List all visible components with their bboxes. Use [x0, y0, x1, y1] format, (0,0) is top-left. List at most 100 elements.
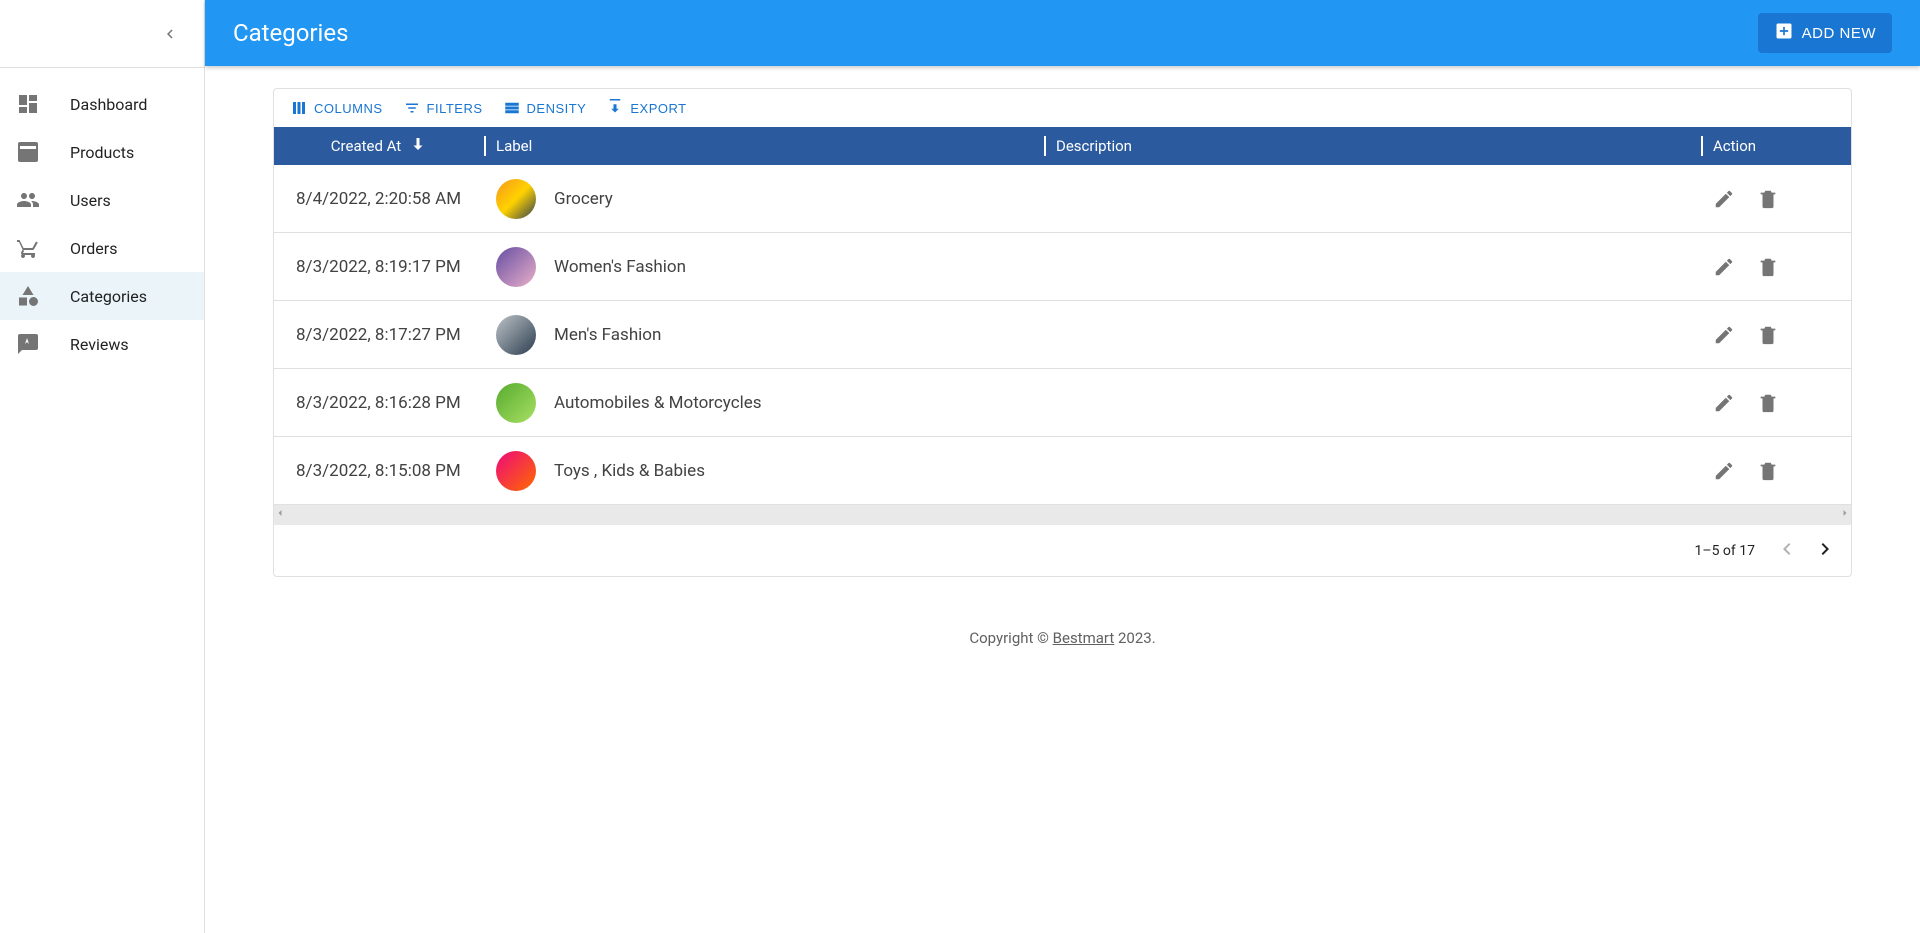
pagination-range: 1–5 of 17: [1695, 543, 1755, 559]
category-image: [496, 383, 536, 423]
cell-actions: [1701, 460, 1851, 482]
category-image: [496, 451, 536, 491]
column-header-label[interactable]: Label: [484, 127, 1044, 165]
cell-label: Toys , Kids & Babies: [484, 451, 1044, 491]
category-image: [496, 179, 536, 219]
scroll-left-arrow-icon: [274, 507, 286, 523]
toolbar-export-button[interactable]: EXPORT: [598, 95, 694, 121]
edit-button[interactable]: [1713, 324, 1735, 346]
sidebar-nav: Dashboard Products Users Orders: [0, 68, 204, 380]
toolbar-density-button[interactable]: DENSITY: [495, 95, 595, 121]
comment-icon: [16, 332, 40, 356]
delete-button[interactable]: [1757, 188, 1779, 210]
filter-icon: [403, 99, 421, 117]
toolbar-filters-label: FILTERS: [427, 101, 483, 116]
table-row[interactable]: 8/3/2022, 8:19:17 PM Women's Fashion: [274, 233, 1851, 301]
dashboard-icon: [16, 92, 40, 116]
sidebar: Dashboard Products Users Orders: [0, 0, 205, 933]
horizontal-scrollbar[interactable]: [274, 505, 1851, 525]
category-label: Toys , Kids & Babies: [554, 461, 705, 481]
sidebar-item-products[interactable]: Products: [0, 128, 204, 176]
add-new-label: ADD NEW: [1802, 25, 1876, 42]
edit-button[interactable]: [1713, 392, 1735, 414]
sidebar-item-categories[interactable]: Categories: [0, 272, 204, 320]
page-title: Categories: [233, 19, 349, 47]
data-grid: COLUMNS FILTERS DENSITY: [273, 88, 1852, 577]
cell-created-at: 8/3/2022, 8:15:08 PM: [274, 461, 484, 481]
pagination-next-button[interactable]: [1813, 537, 1837, 564]
toolbar-filters-button[interactable]: FILTERS: [395, 95, 491, 121]
paginator: 1–5 of 17: [274, 525, 1851, 576]
cell-label: Men's Fashion: [484, 315, 1044, 355]
category-label: Women's Fashion: [554, 257, 686, 277]
grid-toolbar: COLUMNS FILTERS DENSITY: [274, 89, 1851, 127]
cell-label: Women's Fashion: [484, 247, 1044, 287]
cell-actions: [1701, 392, 1851, 414]
column-header-label-text: Label: [496, 137, 532, 155]
main: Categories ADD NEW COLUMNS: [205, 0, 1920, 933]
delete-button[interactable]: [1757, 392, 1779, 414]
cell-created-at: 8/3/2022, 8:19:17 PM: [274, 257, 484, 277]
table-row[interactable]: 8/3/2022, 8:17:27 PM Men's Fashion: [274, 301, 1851, 369]
delete-button[interactable]: [1757, 324, 1779, 346]
grid-rows: 8/4/2022, 2:20:58 AMGrocery8/3/2022, 8:1…: [274, 165, 1851, 505]
edit-button[interactable]: [1713, 460, 1735, 482]
sort-descending-icon: [409, 135, 427, 157]
edit-button[interactable]: [1713, 188, 1735, 210]
column-header-action[interactable]: Action: [1701, 127, 1851, 165]
sidebar-item-users[interactable]: Users: [0, 176, 204, 224]
column-header-created-at[interactable]: Created At: [274, 127, 484, 165]
sidebar-item-label: Products: [70, 143, 134, 162]
table-row[interactable]: 8/4/2022, 2:20:58 AMGrocery: [274, 165, 1851, 233]
chevron-right-icon: [1813, 537, 1837, 564]
cell-actions: [1701, 256, 1851, 278]
sidebar-item-dashboard[interactable]: Dashboard: [0, 80, 204, 128]
edit-button[interactable]: [1713, 256, 1735, 278]
category-image: [496, 247, 536, 287]
sidebar-item-label: Orders: [70, 239, 117, 258]
cell-label: Grocery: [484, 179, 1044, 219]
column-header-description[interactable]: Description: [1044, 127, 1701, 165]
grid-header: Created At Label Description Action: [274, 127, 1851, 165]
cell-label: Automobiles & Motorcycles: [484, 383, 1044, 423]
export-icon: [606, 99, 624, 117]
column-header-label: Action: [1713, 137, 1756, 155]
category-label: Automobiles & Motorcycles: [554, 393, 762, 413]
category-label: Grocery: [554, 189, 613, 209]
cell-actions: [1701, 324, 1851, 346]
toolbar-density-label: DENSITY: [527, 101, 587, 116]
sidebar-item-label: Reviews: [70, 335, 129, 354]
group-icon: [16, 188, 40, 212]
scroll-right-arrow-icon: [1839, 507, 1851, 523]
toolbar-columns-label: COLUMNS: [314, 101, 383, 116]
footer-brand-link[interactable]: Bestmart: [1053, 629, 1115, 647]
delete-button[interactable]: [1757, 256, 1779, 278]
sidebar-collapse-button[interactable]: [158, 22, 182, 46]
column-header-label: Description: [1056, 137, 1132, 155]
cell-created-at: 8/3/2022, 8:17:27 PM: [274, 325, 484, 345]
add-new-button[interactable]: ADD NEW: [1758, 13, 1892, 53]
pagination-prev-button[interactable]: [1775, 537, 1799, 564]
cell-created-at: 8/3/2022, 8:16:28 PM: [274, 393, 484, 413]
cell-actions: [1701, 188, 1851, 210]
toolbar-export-label: EXPORT: [630, 101, 686, 116]
sidebar-item-orders[interactable]: Orders: [0, 224, 204, 272]
sidebar-item-label: Dashboard: [70, 95, 147, 114]
toolbar-columns-button[interactable]: COLUMNS: [282, 95, 391, 121]
footer-suffix: 2023.: [1114, 629, 1155, 647]
sidebar-item-label: Categories: [70, 287, 147, 306]
category-image: [496, 315, 536, 355]
footer: Copyright © Bestmart 2023.: [205, 599, 1920, 677]
topbar: Categories ADD NEW: [205, 0, 1920, 66]
footer-prefix: Copyright ©: [969, 629, 1052, 647]
category-icon: [16, 284, 40, 308]
sidebar-item-reviews[interactable]: Reviews: [0, 320, 204, 368]
category-label: Men's Fashion: [554, 325, 661, 345]
plus-icon: [1774, 21, 1794, 45]
column-header-label: Created At: [331, 137, 401, 155]
sidebar-item-label: Users: [70, 191, 111, 210]
table-row[interactable]: 8/3/2022, 8:15:08 PM Toys , Kids & Babies: [274, 437, 1851, 505]
delete-button[interactable]: [1757, 460, 1779, 482]
cart-icon: [16, 236, 40, 260]
table-row[interactable]: 8/3/2022, 8:16:28 PM Automobiles & Motorc…: [274, 369, 1851, 437]
